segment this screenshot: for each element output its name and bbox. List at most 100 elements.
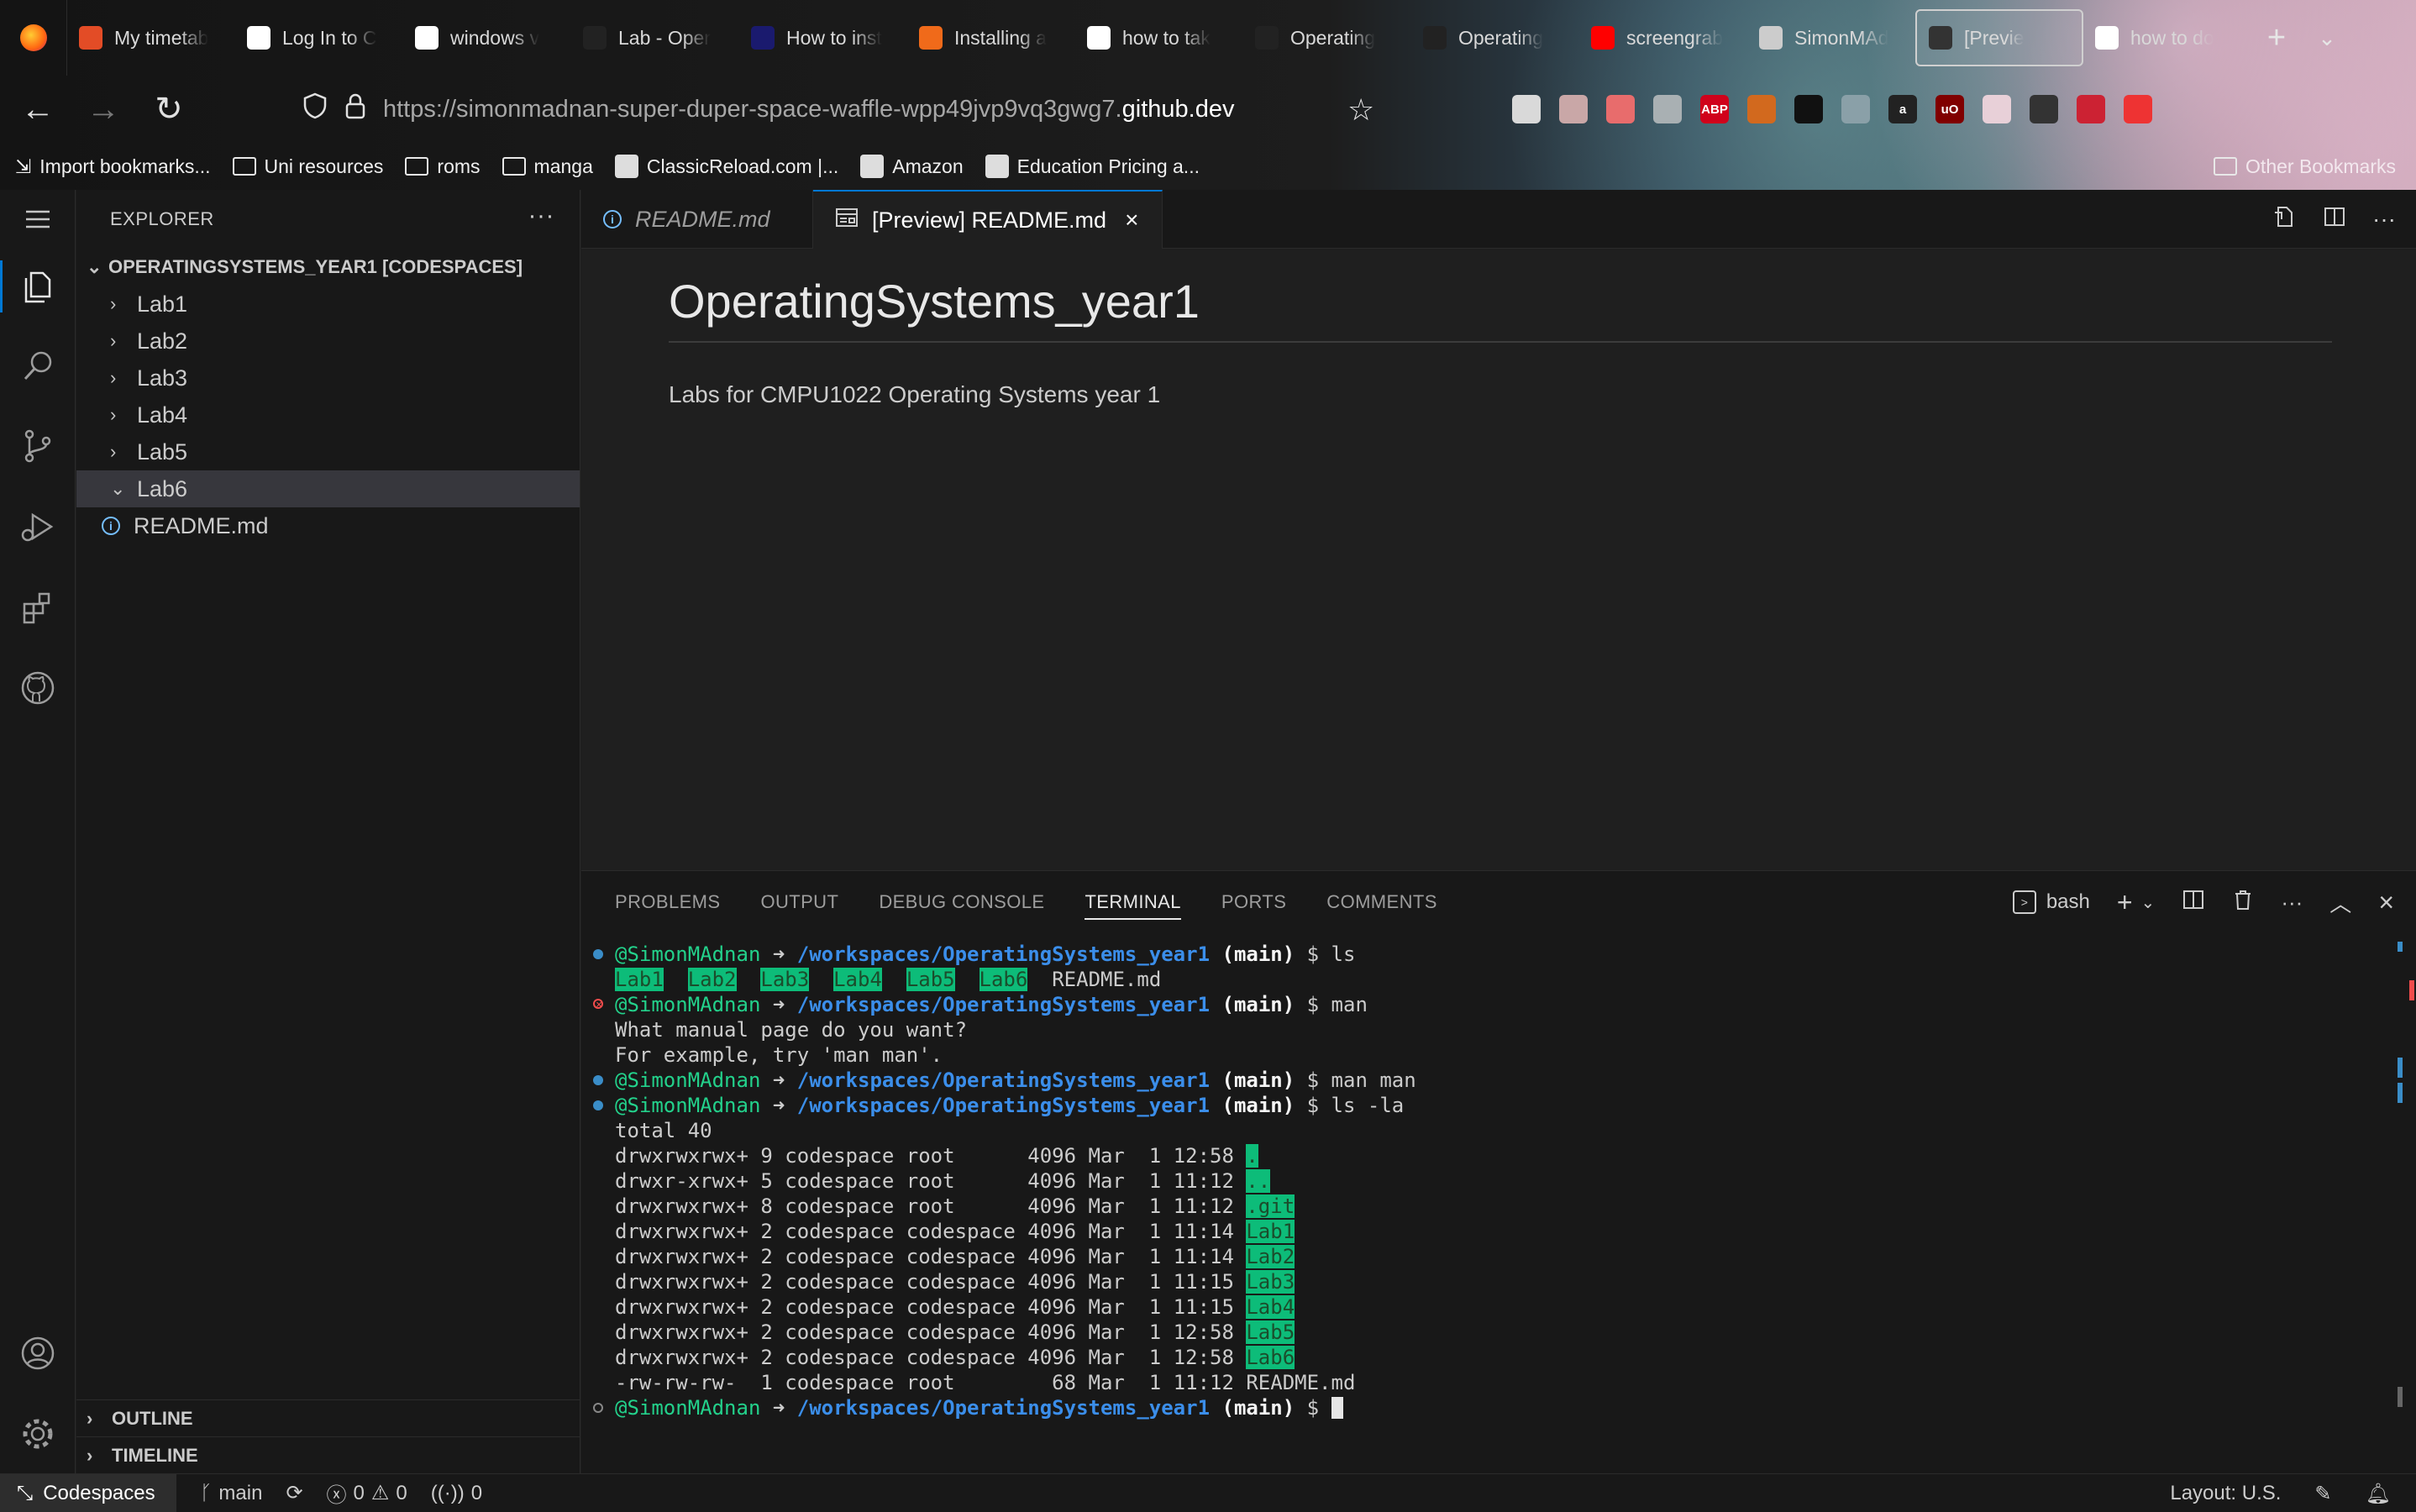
workspace-root[interactable]: ⌄ OPERATINGSYSTEMS_YEAR1 [CODESPACES] xyxy=(76,249,580,286)
firefox-logo-icon[interactable] xyxy=(0,0,67,76)
bookmark-item[interactable]: manga xyxy=(502,155,593,178)
extension-icon[interactable] xyxy=(1794,95,1823,123)
extension-icon[interactable] xyxy=(1606,95,1635,123)
feedback-icon[interactable]: ✎ xyxy=(2314,1482,2331,1506)
folder-lab1[interactable]: › Lab1 xyxy=(76,286,580,323)
file-readme[interactable]: i README.md xyxy=(76,507,580,544)
trash-icon[interactable] xyxy=(2232,888,2254,917)
remote-indicator[interactable]: ⤡ Codespaces xyxy=(0,1473,176,1512)
tab-preview-readme[interactable]: [Preview] README.md × xyxy=(813,190,1163,249)
branch-indicator[interactable]: ᚴ main xyxy=(200,1482,262,1505)
command-decoration-icon[interactable] xyxy=(593,993,603,1018)
panel-tab-debug-console[interactable]: DEBUG CONSOLE xyxy=(879,891,1044,913)
new-terminal-plus-icon[interactable]: + xyxy=(2117,887,2133,918)
panel-tab-terminal[interactable]: TERMINAL xyxy=(1085,891,1181,920)
tab-readme[interactable]: i README.md xyxy=(581,190,813,249)
extension-icon[interactable]: uO xyxy=(1935,95,1964,123)
url-text[interactable]: https://simonmadnan-super-duper-space-wa… xyxy=(383,96,1234,123)
split-terminal-icon[interactable] xyxy=(2182,888,2205,917)
close-icon[interactable]: × xyxy=(1125,207,1138,234)
browser-tab[interactable]: [Previe xyxy=(1915,9,2083,66)
source-control-icon[interactable] xyxy=(0,408,76,484)
bookmark-item[interactable]: Amazon xyxy=(860,155,964,178)
extensions-icon[interactable] xyxy=(0,570,76,645)
bookmark-item[interactable]: ⇲ Import bookmarks... xyxy=(15,155,211,178)
run-debug-icon[interactable] xyxy=(0,489,76,564)
lock-icon[interactable] xyxy=(344,92,366,126)
panel-tab-comments[interactable]: COMMENTS xyxy=(1326,891,1437,913)
outline-section[interactable]: › OUTLINE xyxy=(76,1399,580,1436)
extension-icon[interactable] xyxy=(1983,95,2011,123)
more-actions-icon[interactable]: ··· xyxy=(528,202,554,230)
browser-tab[interactable]: Operating xyxy=(1411,0,1579,76)
settings-gear-icon[interactable] xyxy=(0,1396,76,1472)
ports-indicator[interactable]: ((·)) 0 xyxy=(431,1482,482,1505)
back-arrow-icon[interactable]: ← xyxy=(10,81,66,137)
browser-tab[interactable]: how to do xyxy=(2083,0,2251,76)
bookmark-star-icon[interactable]: ☆ xyxy=(1347,92,1374,128)
notifications-bell-icon[interactable]: 🔔︎ xyxy=(2366,1482,2391,1506)
keyboard-layout[interactable]: Layout: U.S. xyxy=(2170,1482,2281,1505)
folder-lab3[interactable]: › Lab3 xyxy=(76,360,580,396)
panel-tab-ports[interactable]: PORTS xyxy=(1221,891,1286,913)
problems-indicator[interactable]: ⓧ 0 ⚠ 0 xyxy=(327,1478,407,1508)
panel-tab-problems[interactable]: PROBLEMS xyxy=(615,891,720,913)
panel-tab-output[interactable]: OUTPUT xyxy=(760,891,838,913)
command-decoration-icon[interactable] xyxy=(593,1403,603,1413)
folder-lab2[interactable]: › Lab2 xyxy=(76,323,580,360)
folder-lab4[interactable]: › Lab4 xyxy=(76,396,580,433)
open-source-icon[interactable] xyxy=(2272,204,2297,235)
extension-icon[interactable] xyxy=(2124,95,2152,123)
browser-tab[interactable]: screengrab xyxy=(1579,0,1747,76)
browser-tab[interactable]: Installing a xyxy=(907,0,1075,76)
extension-icon[interactable] xyxy=(1841,95,1870,123)
browser-tab[interactable]: SimonMAd xyxy=(1747,0,1915,76)
folder-lab6[interactable]: ⌄ Lab6 xyxy=(76,470,580,507)
forward-arrow-icon[interactable]: → xyxy=(76,81,131,137)
folder-lab5[interactable]: › Lab5 xyxy=(76,433,580,470)
browser-tab[interactable]: Lab - Oper xyxy=(571,0,739,76)
extension-icon[interactable] xyxy=(1559,95,1588,123)
extension-icon[interactable] xyxy=(2030,95,2058,123)
more-actions-icon[interactable]: ··· xyxy=(2281,890,2303,916)
browser-tab[interactable]: Operating xyxy=(1243,0,1411,76)
extension-icon[interactable]: ABP xyxy=(1700,95,1729,123)
github-icon[interactable] xyxy=(0,650,76,726)
command-decoration-icon[interactable] xyxy=(593,1075,603,1085)
extension-icon[interactable] xyxy=(2077,95,2105,123)
close-panel-icon[interactable]: × xyxy=(2378,887,2394,918)
command-decoration-icon[interactable] xyxy=(593,1100,603,1110)
bookmark-item[interactable]: Education Pricing a... xyxy=(985,155,1200,178)
bookmark-item[interactable]: roms xyxy=(405,155,481,178)
bookmark-item[interactable]: Uni resources xyxy=(232,155,383,178)
menu-hamburger-icon[interactable] xyxy=(0,190,76,249)
other-bookmarks[interactable]: Other Bookmarks xyxy=(2214,143,2396,190)
browser-tab[interactable]: My timetab xyxy=(67,0,235,76)
url-bar[interactable]: https://simonmadnan-super-duper-space-wa… xyxy=(302,76,1234,143)
tracking-shield-icon[interactable] xyxy=(302,92,328,126)
new-tab-plus-icon[interactable]: + xyxy=(2251,0,2302,76)
browser-tab[interactable]: windows v xyxy=(403,0,571,76)
extension-icon[interactable] xyxy=(1512,95,1541,123)
maximize-panel-chevron-up-icon[interactable]: ︿ xyxy=(2329,887,2351,918)
terminal-dropdown-chevron-icon[interactable]: ⌄ xyxy=(2141,892,2156,913)
split-editor-icon[interactable] xyxy=(2322,204,2347,235)
terminal-output[interactable]: @SimonMAdnan ➜ /workspaces/OperatingSyst… xyxy=(581,942,2379,1420)
sync-icon[interactable]: ⟳ xyxy=(286,1481,302,1505)
extension-icon[interactable] xyxy=(1747,95,1776,123)
browser-tab[interactable]: How to inst xyxy=(739,0,907,76)
command-decoration-icon[interactable] xyxy=(593,949,603,959)
explorer-files-icon[interactable] xyxy=(0,249,76,324)
terminal-instance[interactable]: > bash xyxy=(2012,890,2090,914)
timeline-section[interactable]: › TIMELINE xyxy=(76,1436,580,1473)
extension-icon[interactable] xyxy=(1653,95,1682,123)
accounts-icon[interactable] xyxy=(0,1315,76,1391)
list-all-tabs-chevron-icon[interactable]: ⌄ xyxy=(2302,0,2352,76)
search-icon[interactable] xyxy=(0,328,76,403)
extension-icon[interactable]: a xyxy=(1888,95,1917,123)
browser-tab[interactable]: how to tak xyxy=(1075,0,1243,76)
more-actions-icon[interactable]: ··· xyxy=(2372,206,2396,233)
browser-tab[interactable]: Log In to C xyxy=(235,0,403,76)
bookmark-item[interactable]: ClassicReload.com |... xyxy=(614,155,838,178)
reload-icon[interactable]: ↻ xyxy=(141,81,197,137)
